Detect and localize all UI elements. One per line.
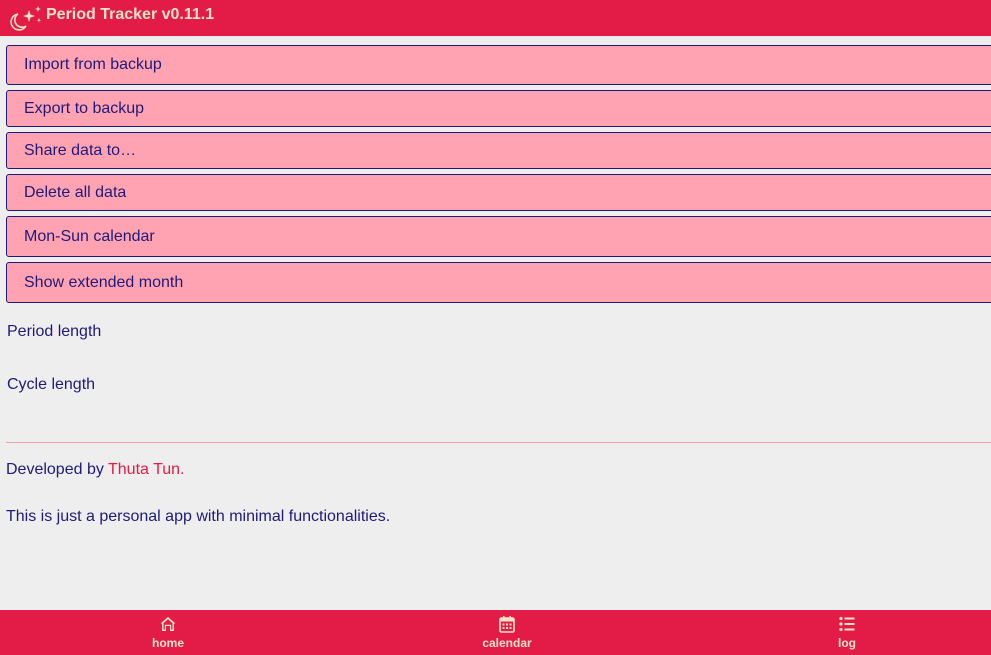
delete-all-data-button[interactable]: Delete all data [6,174,991,211]
show-extended-month-button[interactable]: Show extended month [6,262,991,303]
app-header: Period Tracker v0.11.1 [0,0,991,36]
home-icon [160,617,176,631]
cycle-length-label: Cycle length [7,376,96,393]
nav-home[interactable]: home [108,610,228,655]
nav-calendar[interactable]: calendar [447,610,567,655]
app-note: This is just a personal app with minimal… [6,508,391,525]
credits-suffix: . [180,461,185,478]
bottom-nav: home calendar log [0,610,991,655]
app-root: Period Tracker v0.11.1 Import from backu… [0,0,991,655]
calendar-icon [499,616,515,633]
moon-sparkles-icon [10,6,42,31]
nav-log-label: log [838,636,856,650]
nav-home-label: home [151,636,184,650]
mon-sun-calendar-button[interactable]: Mon-Sun calendar [6,216,991,257]
credits-text: Developed by Thuta Tun. [6,461,185,479]
list-icon [839,616,855,632]
share-data-button[interactable]: Share data to… [6,132,991,169]
app-title: Period Tracker v0.11.1 [46,6,215,23]
divider [6,442,991,443]
period-length-label: Period length [7,323,102,340]
credits-prefix: Developed by [6,461,108,478]
nav-calendar-label: calendar [482,636,532,650]
author-link[interactable]: Thuta Tun [108,461,180,478]
export-backup-button[interactable]: Export to backup [6,90,991,127]
nav-log[interactable]: log [787,610,907,655]
import-backup-button[interactable]: Import from backup [6,45,991,85]
